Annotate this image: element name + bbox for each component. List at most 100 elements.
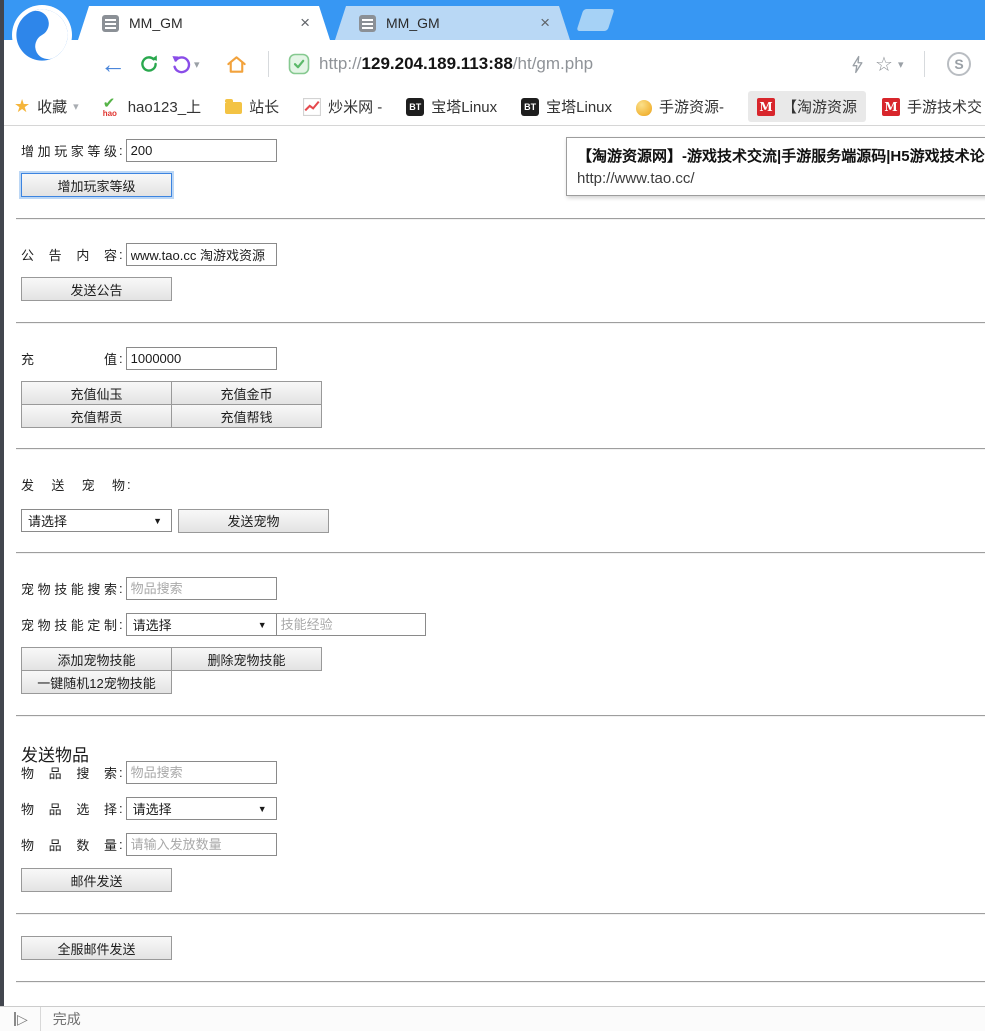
m-icon: M bbox=[882, 98, 900, 116]
pet-skill-custom-row: 宠物技能定制: 请选择 ▼ bbox=[21, 613, 985, 636]
close-tab-icon[interactable]: × bbox=[298, 13, 312, 33]
tab-title: MM_GM bbox=[386, 15, 538, 31]
window-left-edge bbox=[0, 0, 4, 1006]
item-search-row: 物品搜索: bbox=[21, 761, 985, 784]
bt-icon: BT bbox=[406, 98, 424, 116]
play-icon: ▷ bbox=[14, 1012, 28, 1026]
undo-dropdown-icon[interactable]: ▾ bbox=[194, 58, 208, 71]
recharge-bangqian-button[interactable]: 充值帮钱 bbox=[171, 404, 322, 428]
tab-title: MM_GM bbox=[129, 15, 298, 31]
hao123-icon: ✔hao bbox=[103, 98, 121, 116]
bookmark-bt-linux-1[interactable]: BT 宝塔Linux bbox=[406, 96, 497, 117]
security-shield-icon[interactable] bbox=[287, 52, 311, 76]
item-select-row: 物品选择: 请选择 ▼ bbox=[21, 797, 985, 820]
divider bbox=[16, 322, 985, 324]
item-qty-row: 物品数量: bbox=[21, 833, 985, 856]
bookmark-zhanzhang[interactable]: 站长 bbox=[225, 96, 279, 117]
item-select-label: 物品选择 bbox=[21, 799, 117, 818]
add-pet-skill-button[interactable]: 添加宠物技能 bbox=[21, 647, 172, 671]
mail-send-button[interactable]: 邮件发送 bbox=[21, 868, 172, 892]
add-level-button[interactable]: 增加玩家等级 bbox=[21, 173, 172, 197]
sogou-logo[interactable] bbox=[12, 5, 72, 65]
notice-input[interactable] bbox=[126, 243, 277, 266]
recharge-input[interactable] bbox=[126, 347, 277, 370]
url-path: /ht/gm.php bbox=[513, 54, 593, 73]
recharge-label: 充值 bbox=[21, 349, 117, 368]
recharge-row: 充值: bbox=[21, 347, 985, 370]
divider bbox=[16, 218, 985, 220]
bookmark-hao123[interactable]: ✔hao hao123_上 bbox=[103, 96, 201, 117]
item-select[interactable]: 请选择 ▼ bbox=[126, 797, 277, 820]
delete-pet-skill-button[interactable]: 删除宠物技能 bbox=[171, 647, 322, 671]
toolbar-divider bbox=[268, 51, 269, 77]
new-tab-button[interactable] bbox=[576, 9, 614, 31]
pet-select[interactable]: 请选择 ▼ bbox=[21, 509, 172, 532]
random-12-pet-skill-button[interactable]: 一键随机12宠物技能 bbox=[21, 670, 172, 694]
skill-exp-input[interactable] bbox=[276, 613, 426, 636]
select-arrow-icon: ▼ bbox=[258, 804, 267, 814]
lightning-icon[interactable] bbox=[844, 55, 870, 74]
pet-label-row: 发送宠物: bbox=[21, 477, 985, 491]
toolbar-divider bbox=[924, 51, 925, 77]
close-tab-icon[interactable]: × bbox=[538, 13, 552, 33]
bookmark-favorites[interactable]: ★ 收藏 ▾ bbox=[14, 96, 79, 117]
tab-mm-gm-1[interactable]: MM_GM × bbox=[78, 6, 330, 40]
bookmark-chaomiwang[interactable]: 炒米网 - bbox=[303, 96, 382, 117]
item-qty-label: 物品数量 bbox=[21, 835, 117, 854]
pet-controls-row: 请选择 ▼ 发送宠物 bbox=[21, 509, 985, 532]
bookmark-bt-linux-2[interactable]: BT 宝塔Linux bbox=[521, 96, 612, 117]
url-scheme: http:// bbox=[319, 54, 362, 73]
status-text: 完成 bbox=[53, 1009, 81, 1029]
undo-icon[interactable] bbox=[168, 53, 194, 75]
select-arrow-icon: ▼ bbox=[153, 516, 162, 526]
tooltip-title: 【淘游资源网】-游戏技术交流|手游服务端源码|H5游戏技术论 bbox=[577, 145, 985, 166]
divider bbox=[16, 981, 985, 983]
page-icon bbox=[359, 15, 376, 32]
refresh-icon[interactable] bbox=[130, 53, 168, 75]
favorite-dropdown-icon[interactable]: ▾ bbox=[898, 58, 912, 71]
all-server-mail-button[interactable]: 全服邮件发送 bbox=[21, 936, 172, 960]
divider bbox=[16, 913, 985, 915]
address-url[interactable]: http://129.204.189.113:88/ht/gm.php bbox=[319, 54, 844, 74]
divider bbox=[16, 448, 985, 450]
level-input[interactable] bbox=[126, 139, 277, 162]
notice-label: 公告内容 bbox=[21, 245, 117, 264]
pet-skill-search-row: 宠物技能搜索: bbox=[21, 577, 985, 600]
tab-mm-gm-2[interactable]: MM_GM × bbox=[335, 6, 570, 40]
level-label: 增加玩家等级 bbox=[21, 141, 117, 160]
address-toolbar: ← ▾ http://129.204.189.113:88/ht/gm.php bbox=[0, 40, 985, 88]
bookmark-tooltip: 【淘游资源网】-游戏技术交流|手游服务端源码|H5游戏技术论 http://ww… bbox=[566, 137, 985, 196]
item-search-label: 物品搜索 bbox=[21, 763, 117, 782]
folder-icon bbox=[225, 102, 242, 114]
recharge-xianyu-button[interactable]: 充值仙玉 bbox=[21, 381, 172, 405]
sogou-account-icon[interactable]: S bbox=[947, 52, 971, 76]
gm-page: 增加玩家等级: 增加玩家等级 公告内容: 发送公告 充值: 充值仙玉 充值金币 … bbox=[4, 126, 985, 1006]
tab-bar: MM_GM × MM_GM × bbox=[0, 0, 985, 40]
pet-skill-custom-label: 宠物技能定制 bbox=[21, 615, 117, 634]
url-host: 129.204.189.113:88 bbox=[362, 54, 513, 73]
bookmark-shouyou-jishu[interactable]: M 手游技术交 bbox=[882, 96, 982, 117]
pet-skill-select[interactable]: 请选择 ▼ bbox=[126, 613, 277, 636]
chevron-down-icon: ▾ bbox=[73, 100, 79, 113]
send-item-heading: 发送物品 bbox=[21, 741, 985, 761]
bookmarks-bar: ★ 收藏 ▾ ✔hao hao123_上 站长 炒米网 - BT 宝塔Linux… bbox=[0, 88, 985, 126]
home-icon[interactable] bbox=[216, 53, 256, 76]
favorite-star-icon[interactable]: ☆ bbox=[870, 52, 898, 77]
bookmark-shouyou-ziyuan[interactable]: 手游资源- bbox=[636, 96, 724, 117]
send-pet-button[interactable]: 发送宠物 bbox=[178, 509, 329, 533]
status-play-control[interactable]: ▷ bbox=[0, 1007, 41, 1031]
notice-row: 公告内容: bbox=[21, 243, 985, 266]
divider bbox=[16, 715, 985, 717]
pet-label: 发送宠物 bbox=[21, 475, 125, 494]
send-notice-button[interactable]: 发送公告 bbox=[21, 277, 172, 301]
m-icon: M bbox=[757, 98, 775, 116]
bookmark-taoyou-ziyuan[interactable]: M 【淘游资源 bbox=[748, 91, 866, 122]
star-icon: ★ bbox=[14, 96, 30, 117]
status-bar: ▷ 完成 bbox=[0, 1006, 985, 1031]
item-qty-input[interactable] bbox=[126, 833, 277, 856]
pet-skill-search-input[interactable] bbox=[126, 577, 277, 600]
item-search-input[interactable] bbox=[126, 761, 277, 784]
back-icon[interactable]: ← bbox=[96, 49, 130, 80]
recharge-banggong-button[interactable]: 充值帮贡 bbox=[21, 404, 172, 428]
recharge-gold-button[interactable]: 充值金币 bbox=[171, 381, 322, 405]
